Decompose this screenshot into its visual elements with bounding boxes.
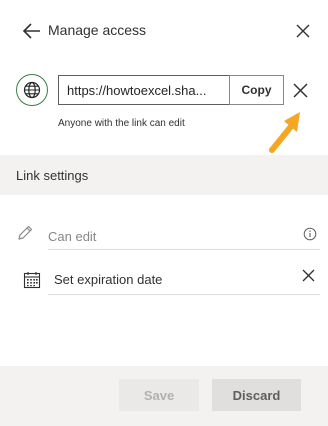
panel-header: Manage access bbox=[0, 0, 328, 60]
expiration-date-field[interactable]: Set expiration date bbox=[16, 262, 320, 292]
globe-icon bbox=[16, 74, 48, 106]
divider bbox=[48, 249, 320, 250]
copy-button[interactable]: Copy bbox=[229, 75, 284, 105]
arrow-icon bbox=[269, 112, 300, 153]
close-icon[interactable] bbox=[294, 22, 312, 40]
link-permission-text: Anyone with the link can edit bbox=[58, 118, 185, 129]
permission-placeholder: Can edit bbox=[48, 229, 97, 244]
expiration-date-label: Set expiration date bbox=[54, 272, 163, 287]
calendar-icon bbox=[23, 272, 41, 289]
discard-button[interactable]: Discard bbox=[212, 379, 301, 411]
save-button[interactable]: Save bbox=[119, 379, 199, 411]
permission-dropdown[interactable]: Can edit bbox=[16, 220, 320, 250]
divider bbox=[48, 294, 320, 295]
remove-link-close-icon[interactable] bbox=[292, 82, 309, 99]
info-icon[interactable] bbox=[303, 227, 317, 241]
link-url-text: https://howtoexcel.sha... bbox=[67, 82, 207, 98]
link-url-field[interactable]: https://howtoexcel.sha... bbox=[58, 75, 230, 105]
clear-expiration-close-icon[interactable] bbox=[301, 268, 316, 283]
page-title: Manage access bbox=[48, 22, 147, 38]
back-arrow-icon[interactable] bbox=[21, 20, 43, 42]
link-settings-heading: Link settings bbox=[16, 168, 89, 183]
pencil-icon bbox=[18, 225, 33, 240]
